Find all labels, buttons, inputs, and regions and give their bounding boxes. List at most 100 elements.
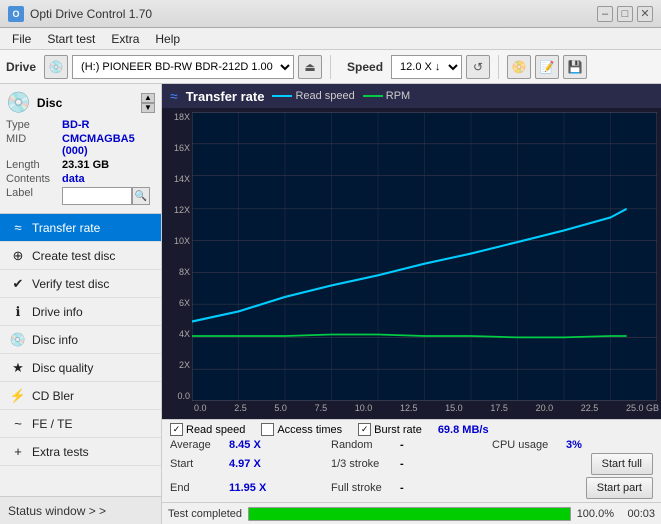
disc-nav-arrows: ▲ ▼ — [141, 93, 155, 113]
disc-contents-row: Contents data — [6, 173, 155, 185]
legend-rpm-label: RPM — [386, 90, 410, 102]
disc-label-save-button[interactable]: 🔍 — [132, 187, 150, 205]
stats-area: Read speed Access times Burst rate 69.8 … — [162, 419, 661, 502]
nav-create-test-disc[interactable]: ⊕ Create test disc — [0, 242, 161, 270]
cpu-val: 3% — [566, 439, 582, 451]
refresh-button[interactable]: ↺ — [466, 55, 490, 79]
chart-icon: ≈ — [170, 88, 178, 104]
legend-burst-rate-label: Burst rate — [374, 424, 422, 436]
access-times-checkbox[interactable] — [261, 423, 274, 436]
disc-header: 💿 Disc ▲ ▼ — [6, 90, 155, 115]
stats-cell-average: Average 8.45 X — [170, 439, 331, 451]
x-label-12-5: 12.5 — [400, 403, 418, 419]
menu-extra[interactable]: Extra — [103, 30, 147, 48]
disc-type-val: BD-R — [62, 119, 90, 131]
random-key: Random — [331, 439, 396, 451]
toolbar-separator — [330, 55, 331, 79]
disc-quality-icon: ★ — [10, 360, 26, 376]
nav-extra-tests[interactable]: + Extra tests — [0, 438, 161, 466]
burst-rate-value: 69.8 MB/s — [438, 424, 489, 436]
nav-drive-info-label: Drive info — [32, 305, 83, 319]
progress-fill — [249, 508, 570, 520]
chart-title: Transfer rate — [186, 89, 265, 104]
menu-file[interactable]: File — [4, 30, 39, 48]
nav-disc-info[interactable]: 💿 Disc info — [0, 326, 161, 354]
disc-section-title: Disc — [37, 96, 62, 110]
disc-info-icon: 💿 — [10, 332, 26, 348]
stats-row-average: Average 8.45 X Random - CPU usage 3% — [170, 439, 653, 451]
cd-bler-icon: ⚡ — [10, 388, 26, 404]
nav-drive-info[interactable]: ℹ Drive info — [0, 298, 161, 326]
legend-rpm-color — [363, 95, 383, 97]
stats-cell-full-stroke: Full stroke - — [331, 482, 492, 494]
start-key: Start — [170, 458, 225, 470]
drive-selector[interactable]: (H:) PIONEER BD-RW BDR-212D 1.00 — [72, 55, 294, 79]
legend-check-read-speed: Read speed — [170, 423, 245, 436]
x-label-25: 25.0 GB — [626, 403, 659, 419]
maximize-button[interactable]: □ — [617, 6, 633, 22]
nav-cd-bler[interactable]: ⚡ CD Bler — [0, 382, 161, 410]
menu-help[interactable]: Help — [147, 30, 188, 48]
stats-cell-start: Start 4.97 X — [170, 458, 331, 470]
nav-cd-bler-label: CD Bler — [32, 389, 74, 403]
nav-disc-quality[interactable]: ★ Disc quality — [0, 354, 161, 382]
start-part-button[interactable]: Start part — [586, 477, 653, 499]
progress-bar-area: Test completed 100.0% 00:03 — [162, 502, 661, 524]
disc-contents-key: Contents — [6, 173, 62, 185]
stats-cell-1-3-stroke: 1/3 stroke - — [331, 458, 492, 470]
close-button[interactable]: ✕ — [637, 6, 653, 22]
y-label-10: 10X — [174, 236, 190, 246]
disc-icon: 💿 — [6, 90, 31, 115]
speed-selector[interactable]: 12.0 X ↓ — [391, 55, 462, 79]
disc-label-key: Label — [6, 187, 62, 205]
nav-create-test-disc-label: Create test disc — [32, 249, 115, 263]
disc-label-input[interactable] — [62, 187, 132, 205]
disc-next-button[interactable]: ▼ — [141, 103, 155, 113]
nav-verify-test-disc-label: Verify test disc — [32, 277, 109, 291]
legend-check-burst-rate: Burst rate — [358, 423, 422, 436]
status-window-button[interactable]: Status window > > — [0, 496, 161, 524]
disc-write-button[interactable]: 📝 — [535, 55, 559, 79]
nav-items: ≈ Transfer rate ⊕ Create test disc ✔ Ver… — [0, 214, 161, 496]
nav-disc-info-label: Disc info — [32, 333, 78, 347]
stroke-1-3-key: 1/3 stroke — [331, 458, 396, 470]
stats-cell-start-full: Start full — [492, 453, 653, 475]
app-icon: O — [8, 6, 24, 22]
chart-svg — [192, 112, 657, 401]
full-stroke-key: Full stroke — [331, 482, 396, 494]
minimize-button[interactable]: – — [597, 6, 613, 22]
legend-rpm: RPM — [363, 90, 410, 102]
disc-read-button[interactable]: 📀 — [507, 55, 531, 79]
disc-prev-button[interactable]: ▲ — [141, 93, 155, 103]
nav-verify-test-disc[interactable]: ✔ Verify test disc — [0, 270, 161, 298]
main-layout: 💿 Disc ▲ ▼ Type BD-R MID CMCMAGBA5 (000)… — [0, 84, 661, 524]
save-button[interactable]: 💾 — [563, 55, 587, 79]
y-label-4: 4X — [179, 329, 190, 339]
x-label-10: 10.0 — [355, 403, 373, 419]
disc-info-table: Type BD-R MID CMCMAGBA5 (000) Length 23.… — [6, 119, 155, 205]
burst-rate-checkbox[interactable] — [358, 423, 371, 436]
status-text: Test completed — [168, 508, 242, 520]
nav-extra-tests-label: Extra tests — [32, 445, 89, 459]
nav-transfer-rate[interactable]: ≈ Transfer rate — [0, 214, 161, 242]
start-full-button[interactable]: Start full — [591, 453, 653, 475]
stats-cell-start-part: Start part — [492, 477, 653, 499]
x-label-2-5: 2.5 — [234, 403, 247, 419]
nav-transfer-rate-label: Transfer rate — [32, 221, 100, 235]
nav-fe-te[interactable]: ~ FE / TE — [0, 410, 161, 438]
sidebar: 💿 Disc ▲ ▼ Type BD-R MID CMCMAGBA5 (000)… — [0, 84, 162, 524]
start-val: 4.97 X — [229, 458, 274, 470]
titlebar: O Opti Drive Control 1.70 – □ ✕ — [0, 0, 661, 28]
drive-icon-button[interactable]: 💿 — [44, 55, 68, 79]
menu-start-test[interactable]: Start test — [39, 30, 103, 48]
chart-inner: 0.0 2.5 5.0 7.5 10.0 12.5 15.0 17.5 20.0… — [192, 108, 661, 419]
y-label-2: 2X — [179, 360, 190, 370]
read-speed-checkbox[interactable] — [170, 423, 183, 436]
average-val: 8.45 X — [229, 439, 274, 451]
eject-button[interactable]: ⏏ — [298, 55, 322, 79]
x-label-20: 20.0 — [536, 403, 554, 419]
disc-length-key: Length — [6, 159, 62, 171]
fe-te-icon: ~ — [10, 416, 26, 432]
stats-cell-cpu: CPU usage 3% — [492, 439, 653, 451]
y-label-12: 12X — [174, 205, 190, 215]
